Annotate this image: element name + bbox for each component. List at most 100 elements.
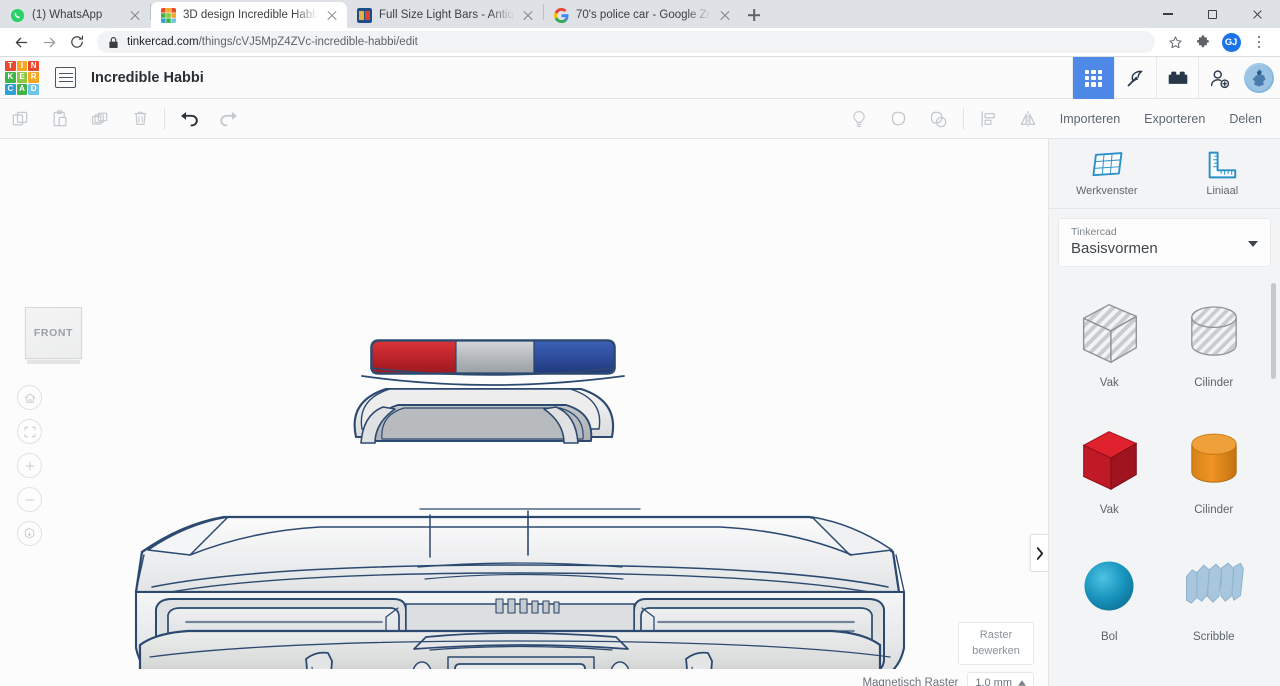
design-list-button[interactable] bbox=[55, 67, 76, 88]
shape-item-scribble[interactable]: Scribble bbox=[1162, 533, 1267, 660]
logo-tile-d-8: D bbox=[28, 83, 39, 95]
grid-apps-button[interactable] bbox=[1072, 57, 1114, 99]
undo-button[interactable] bbox=[169, 99, 209, 139]
paste-icon bbox=[53, 109, 67, 126]
redo-button[interactable] bbox=[209, 99, 249, 139]
shape-item-solid-box[interactable]: Vak bbox=[1057, 406, 1162, 533]
edit-tool-group bbox=[0, 99, 160, 139]
browser-menu-button[interactable] bbox=[1246, 29, 1272, 55]
shape-label: Vak bbox=[1099, 504, 1119, 516]
profile-avatar: GJ bbox=[1221, 32, 1241, 52]
orthographic-toggle-icon bbox=[24, 527, 35, 539]
logo-tile-a-7: A bbox=[16, 83, 28, 95]
close-window-button[interactable] bbox=[1235, 0, 1280, 28]
ruler-tool[interactable]: Liniaal bbox=[1165, 139, 1280, 208]
3d-viewport[interactable]: FRONT Raster bewerken Magnetisch Raster … bbox=[0, 139, 1048, 686]
share-button[interactable]: Delen bbox=[1217, 106, 1274, 132]
browser-tab-tinkercad[interactable]: 3D design Incredible Habbi | Tin bbox=[151, 2, 347, 28]
fit-to-view-button[interactable] bbox=[17, 419, 42, 444]
forward-button[interactable] bbox=[36, 29, 62, 55]
minimize-button[interactable] bbox=[1145, 0, 1190, 28]
antique-wa-icon bbox=[357, 7, 372, 23]
chevron-right-icon bbox=[1036, 546, 1044, 560]
copy-button[interactable] bbox=[0, 99, 40, 139]
close-icon[interactable] bbox=[128, 8, 142, 22]
brick-button[interactable] bbox=[1156, 57, 1198, 99]
view-cube[interactable]: FRONT bbox=[25, 307, 82, 364]
tinkercad-logo[interactable]: TIN KER CAD bbox=[5, 60, 39, 95]
shape-library-provider: Tinkercad bbox=[1071, 226, 1117, 238]
shape-grid: Vak Cilinder Vak Cilinder Bol Scribble bbox=[1049, 273, 1280, 686]
group-icon bbox=[892, 111, 906, 125]
tab-title: 70's police car - Google Zoeken bbox=[576, 9, 711, 21]
home-view-button[interactable] bbox=[17, 385, 42, 410]
tab-title: Full Size Light Bars - Antique Wa bbox=[379, 9, 514, 21]
close-icon[interactable] bbox=[325, 8, 339, 22]
whatsapp-icon bbox=[10, 8, 25, 23]
ruler-label: Liniaal bbox=[1206, 185, 1239, 197]
pickaxe-button[interactable] bbox=[1114, 57, 1156, 99]
address-bar[interactable]: tinkercad.com/things/cVJ5MpZ4ZVc-incredi… bbox=[97, 31, 1155, 53]
caret-down-icon bbox=[1248, 240, 1258, 247]
reload-icon bbox=[71, 35, 84, 48]
paste-button[interactable] bbox=[40, 99, 80, 139]
panel-collapse-button[interactable] bbox=[1030, 534, 1048, 572]
delete-button[interactable] bbox=[120, 99, 160, 139]
browser-tab-whatsapp[interactable]: (1) WhatsApp bbox=[0, 2, 150, 28]
close-icon[interactable] bbox=[521, 8, 535, 22]
logo-tile-c-6: C bbox=[5, 83, 16, 95]
lightbulb-icon bbox=[853, 111, 865, 127]
mirror-button[interactable] bbox=[1008, 99, 1048, 139]
zoom-out-button[interactable] bbox=[17, 487, 42, 512]
add-person-button[interactable] bbox=[1198, 57, 1240, 99]
tinkercad-header: TIN KER CAD Incredible Habbi bbox=[0, 57, 1280, 99]
bookmark-button[interactable] bbox=[1162, 29, 1188, 55]
panel-scrollbar[interactable] bbox=[1271, 283, 1276, 379]
lightbar-white bbox=[455, 340, 535, 374]
page-title: Incredible Habbi bbox=[91, 69, 204, 86]
view-tools bbox=[17, 385, 42, 546]
extensions-button[interactable] bbox=[1190, 29, 1216, 55]
browser-tab-google-search[interactable]: 70's police car - Google Zoeken bbox=[544, 2, 740, 28]
back-button[interactable] bbox=[8, 29, 34, 55]
zoom-in-button[interactable] bbox=[17, 453, 42, 478]
shape-item-solid-cylinder[interactable]: Cilinder bbox=[1162, 406, 1267, 533]
close-icon[interactable] bbox=[718, 8, 732, 22]
group-button[interactable] bbox=[879, 99, 919, 139]
align-button[interactable] bbox=[968, 99, 1008, 139]
logo-tile-t-0: T bbox=[5, 60, 16, 72]
maximize-button[interactable] bbox=[1190, 0, 1235, 28]
hole-box-icon bbox=[1070, 289, 1148, 375]
forward-arrow-icon bbox=[43, 37, 55, 47]
align-icon bbox=[981, 111, 995, 127]
zoom-out-icon bbox=[25, 498, 34, 501]
export-button[interactable]: Exporteren bbox=[1132, 106, 1217, 132]
edit-grid-button[interactable]: Raster bewerken bbox=[958, 622, 1034, 665]
shape-label: Cilinder bbox=[1194, 504, 1234, 516]
tab-title: 3D design Incredible Habbi | Tin bbox=[183, 9, 318, 21]
solid-sphere-icon bbox=[1076, 543, 1142, 629]
edit-grid-label-line2: bewerken bbox=[972, 644, 1020, 657]
shape-item-hole-cylinder[interactable]: Cilinder bbox=[1162, 279, 1267, 406]
police-car-rear-view[interactable] bbox=[130, 319, 910, 669]
hole-button[interactable] bbox=[919, 99, 959, 139]
shape-item-hole-box[interactable]: Vak bbox=[1057, 279, 1162, 406]
lightbulb-button[interactable] bbox=[839, 99, 879, 139]
redo-icon bbox=[220, 111, 237, 126]
orthographic-toggle-button[interactable] bbox=[17, 521, 42, 546]
new-tab-button[interactable] bbox=[740, 2, 768, 28]
avatar[interactable] bbox=[1244, 63, 1274, 93]
snap-grid-select[interactable]: 1,0 mm bbox=[967, 672, 1034, 686]
import-button[interactable]: Importeren bbox=[1048, 106, 1132, 132]
workplane-tool[interactable]: Werkvenster bbox=[1049, 139, 1165, 208]
shape-item-solid-sphere[interactable]: Bol bbox=[1057, 533, 1162, 660]
profile-button[interactable]: GJ bbox=[1218, 29, 1244, 55]
shape-library-dropdown[interactable]: Tinkercad Basisvormen bbox=[1058, 218, 1271, 267]
duplicate-button[interactable] bbox=[80, 99, 120, 139]
view-cube-face[interactable]: FRONT bbox=[25, 307, 82, 359]
url-path: /things/cVJ5MpZ4ZVc-incredible-habbi/edi… bbox=[198, 36, 418, 48]
browser-tab-antique-wa[interactable]: Full Size Light Bars - Antique Wa bbox=[347, 2, 543, 28]
window-controls bbox=[1145, 0, 1280, 28]
logo-tile-e-4: E bbox=[16, 72, 28, 83]
reload-button[interactable] bbox=[64, 29, 90, 55]
